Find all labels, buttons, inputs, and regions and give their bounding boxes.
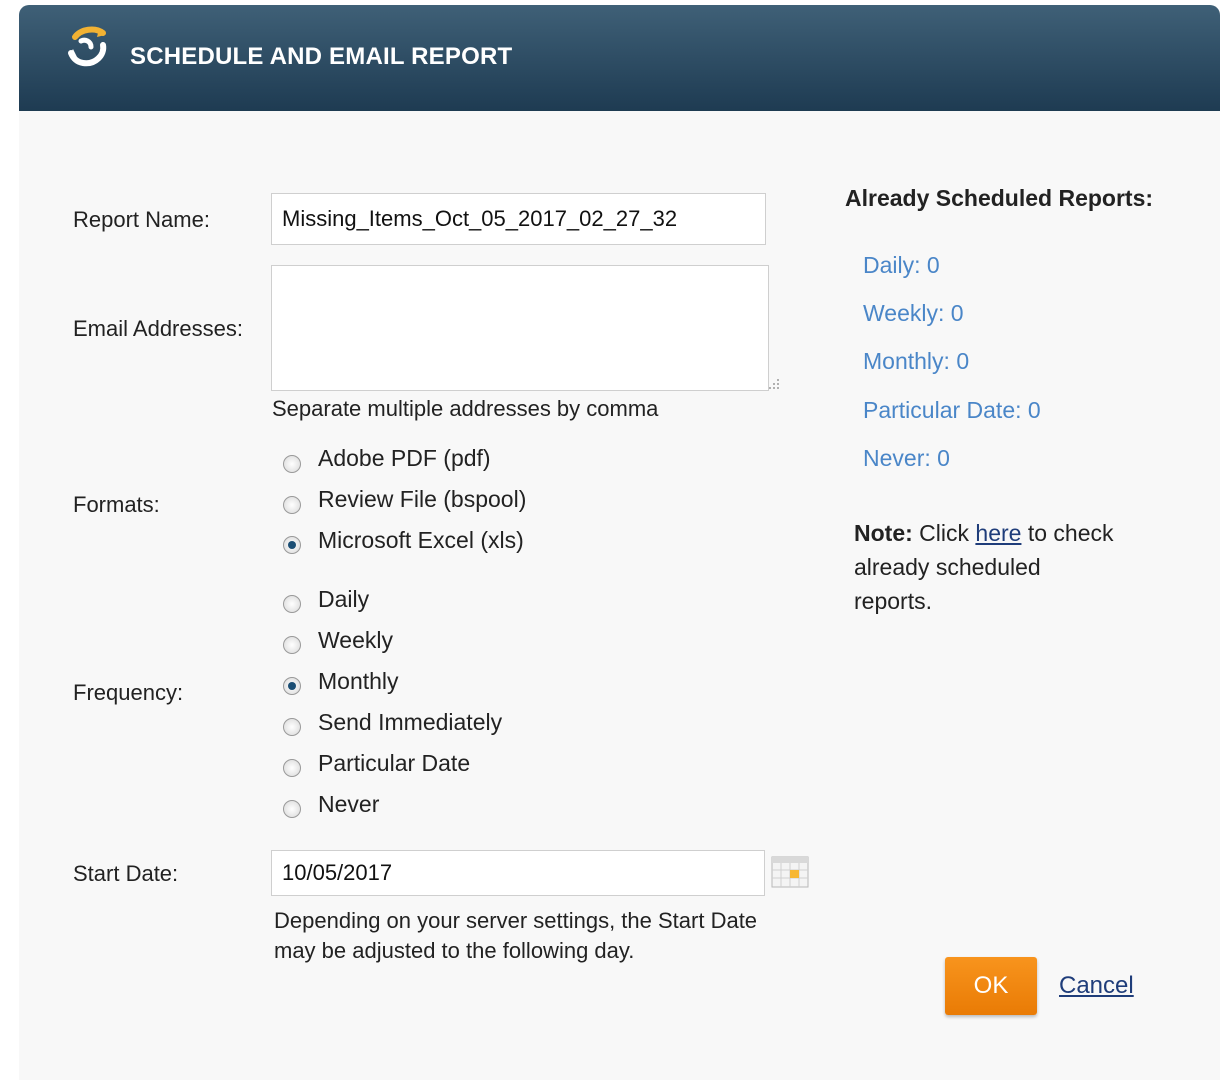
frequency-weekly-radio[interactable] — [283, 636, 301, 654]
scheduled-particular-date-link[interactable]: Particular Date: 0 — [863, 397, 1041, 424]
scheduled-monthly-link[interactable]: Monthly: 0 — [863, 348, 969, 375]
format-bspool-label[interactable]: Review File (bspool) — [318, 486, 526, 513]
report-name-input[interactable] — [271, 193, 766, 245]
frequency-never-label[interactable]: Never — [318, 791, 379, 818]
note-here-link[interactable]: here — [975, 520, 1021, 546]
note-line2: already scheduled — [854, 554, 1041, 580]
start-date-label: Start Date: — [73, 861, 179, 886]
schedule-email-dialog: SCHEDULE AND EMAIL REPORT Report Name: E… — [19, 5, 1220, 1080]
frequency-send-immediately-radio[interactable] — [283, 718, 301, 736]
scheduled-weekly-link[interactable]: Weekly: 0 — [863, 300, 964, 327]
frequency-monthly-label[interactable]: Monthly — [318, 668, 399, 695]
dialog-header: SCHEDULE AND EMAIL REPORT — [19, 5, 1220, 111]
frequency-daily-radio[interactable] — [283, 595, 301, 613]
report-name-label: Report Name: — [73, 207, 210, 232]
refresh-swirl-logo-icon — [68, 26, 107, 67]
frequency-never-radio[interactable] — [283, 800, 301, 818]
scheduled-never-link[interactable]: Never: 0 — [863, 445, 950, 472]
email-hint: Separate multiple addresses by comma — [272, 396, 659, 421]
frequency-particular-date-label[interactable]: Particular Date — [318, 750, 470, 777]
ok-button[interactable]: OK — [945, 957, 1037, 1015]
frequency-particular-date-radio[interactable] — [283, 759, 301, 777]
format-xls-radio[interactable] — [283, 536, 301, 554]
already-scheduled-heading: Already Scheduled Reports: — [845, 185, 1154, 211]
cancel-link[interactable]: Cancel — [1059, 972, 1134, 1000]
frequency-daily-label[interactable]: Daily — [318, 586, 369, 613]
start-date-input[interactable] — [271, 850, 765, 896]
dialog-title: SCHEDULE AND EMAIL REPORT — [130, 43, 513, 70]
note-text-continued: to check — [1021, 520, 1114, 546]
start-date-hint-line2: may be adjusted to the following day. — [274, 938, 635, 963]
frequency-label: Frequency: — [73, 680, 184, 705]
formats-label: Formats: — [73, 492, 160, 517]
format-pdf-label[interactable]: Adobe PDF (pdf) — [318, 445, 491, 472]
note-line3: reports. — [854, 588, 932, 614]
calendar-icon[interactable] — [771, 856, 809, 888]
frequency-send-immediately-label[interactable]: Send Immediately — [318, 709, 502, 736]
email-addresses-textarea[interactable] — [271, 265, 769, 391]
format-pdf-radio[interactable] — [283, 455, 301, 473]
note-bold-label: Note: — [854, 520, 913, 546]
note-text: Click — [912, 520, 976, 546]
format-bspool-radio[interactable] — [283, 496, 301, 514]
scheduled-daily-link[interactable]: Daily: 0 — [863, 252, 940, 279]
resize-grip-icon[interactable] — [768, 378, 780, 390]
frequency-monthly-radio[interactable] — [283, 677, 301, 695]
start-date-hint-line1: Depending on your server settings, the S… — [274, 908, 758, 933]
format-xls-label[interactable]: Microsoft Excel (xls) — [318, 527, 524, 554]
scheduled-note: Note: Click here to check already schedu… — [854, 516, 1154, 618]
email-addresses-label: Email Addresses: — [73, 316, 243, 341]
frequency-weekly-label[interactable]: Weekly — [318, 627, 393, 654]
